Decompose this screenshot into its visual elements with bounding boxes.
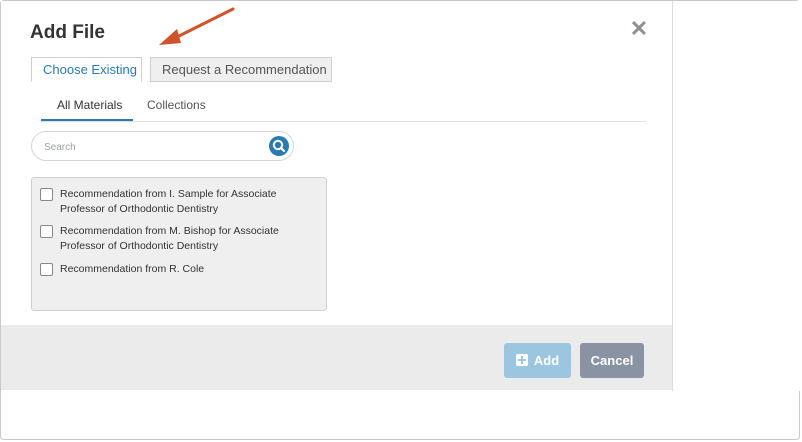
search-input[interactable] [42,138,266,156]
search-icon[interactable] [269,136,289,156]
subtab-collections[interactable]: Collections [147,98,206,112]
background-area [672,1,800,391]
plus-square-icon [515,354,528,366]
search-box [31,131,294,161]
close-icon[interactable]: ✕ [628,18,650,40]
checkbox[interactable] [40,263,53,276]
dialog-title: Add File [30,22,105,43]
list-item-label: Recommendation from M. Bishop for Associ… [60,225,279,252]
subtab-all-materials[interactable]: All Materials [57,98,122,112]
dialog-footer: Add Cancel [1,325,672,390]
tab-choose-existing[interactable]: Choose Existing [31,57,142,82]
materials-list: Recommendation from I. Sample for Associ… [31,177,327,311]
list-item-label: Recommendation from R. Cole [60,263,205,275]
add-button-label: Add [533,353,560,368]
add-button[interactable]: Add [504,343,571,378]
list-item-label: Recommendation from I. Sample for Associ… [60,188,277,215]
checkbox[interactable] [40,188,53,201]
cancel-button[interactable]: Cancel [580,343,644,378]
annotation-arrow-icon [159,7,235,45]
subtab-bar: All Materials Collections [41,96,646,122]
checkbox[interactable] [40,225,53,238]
active-subtab-indicator [41,119,133,121]
tab-request-recommendation[interactable]: Request a Recommendation [150,57,332,82]
